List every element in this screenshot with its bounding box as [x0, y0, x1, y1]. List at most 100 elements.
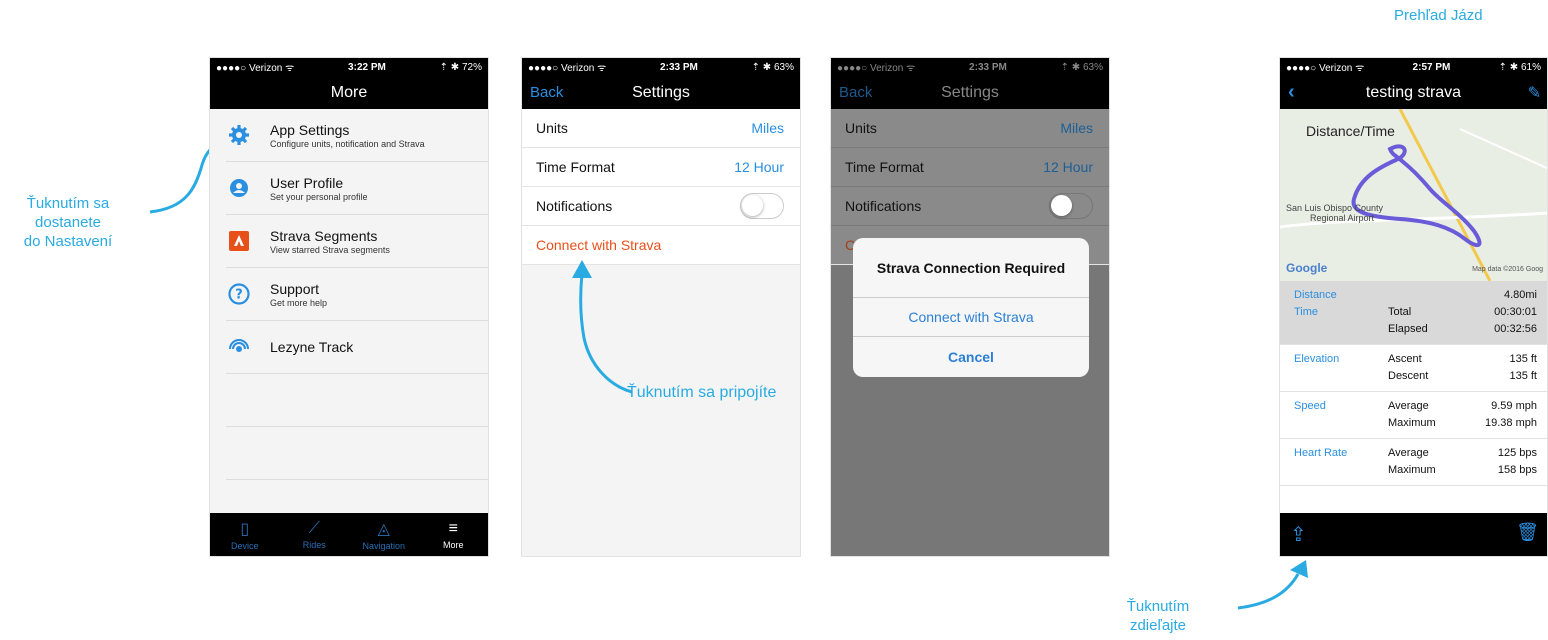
battery-label: ⇡ ✱ 63%: [751, 61, 794, 73]
ride-map[interactable]: Distance/Time San Luis Obispo County Regi…: [1280, 109, 1547, 281]
notifications-label: Notifications: [845, 198, 922, 214]
notifications-toggle[interactable]: [740, 193, 784, 219]
stat-value: 00:30:01: [1494, 306, 1537, 318]
status-bar: ●●●●○ Verizon ᯤ 2:57 PM ⇡ ✱ 61%: [1280, 58, 1547, 76]
units-row[interactable]: Units Miles: [522, 109, 800, 148]
user-icon: [226, 175, 252, 201]
notifications-row: Notifications: [522, 187, 800, 226]
screen-title: testing strava: [1365, 83, 1462, 101]
carrier-label: ●●●●○ Verizon ᯤ: [837, 63, 916, 74]
trash-icon[interactable]: 🗑: [1516, 522, 1539, 543]
tab-device[interactable]: ▯ Device: [210, 513, 280, 556]
dialog-connect-button[interactable]: Connect with Strava: [853, 298, 1089, 337]
notifications-row: Notifications: [831, 187, 1109, 226]
stat-sublabels: Average Maximum: [1388, 398, 1463, 432]
back-button[interactable]: Back: [530, 84, 563, 101]
tab-navigation[interactable]: ◬ Navigation: [349, 513, 419, 556]
menu-item-sub: Get more help: [270, 297, 328, 308]
menu-item-user-profile[interactable]: User Profile Set your personal profile: [226, 162, 488, 215]
stat-sublabels: Total Elapsed: [1388, 287, 1463, 338]
screen-title: Settings: [632, 83, 690, 101]
ride-stats: Distance Time Total Elapsed 4.80mi 00:30:01…: [1280, 281, 1547, 486]
stat-value: 9.59 mph: [1491, 400, 1537, 412]
tab-label: Navigation: [362, 540, 406, 551]
stat-group-distance-time: Distance Time Total Elapsed 4.80mi 00:30:01…: [1280, 281, 1547, 345]
google-logo: Google: [1286, 261, 1328, 275]
strava-dialog-screen: ●●●●○ Verizon ᯤ 2:33 PM ⇡ ✱ 63% Back Set…: [830, 57, 1110, 557]
stat-sublabel: Average: [1388, 400, 1429, 412]
stat-value: 19.38 mph: [1485, 417, 1537, 429]
stat-value: 00:32:56: [1494, 323, 1537, 335]
stat-value: 125 bps: [1497, 447, 1537, 459]
battery-label: ⇡ ✱ 72%: [439, 61, 482, 73]
menu-item-sub: View starred Strava segments: [270, 244, 390, 255]
list-item-empty: [226, 374, 488, 427]
tab-more[interactable]: ≡ More: [419, 513, 489, 556]
battery-label: ⇡ ✱ 63%: [1060, 61, 1103, 73]
time-format-row[interactable]: Time Format 12 Hour: [522, 148, 800, 187]
screen-title: More: [330, 83, 368, 101]
stat-values: 135 ft 135 ft: [1463, 351, 1537, 385]
rides-icon: ⟋: [308, 519, 320, 537]
svg-text:?: ?: [235, 288, 243, 303]
status-bar: ●●●●○ Verizon ᯤ 3:22 PM ⇡ ✱ 72%: [210, 58, 488, 76]
share-icon[interactable]: ⇪: [1290, 522, 1307, 547]
stat-value: 135 ft: [1509, 353, 1537, 365]
annotation-line: zdieľajte: [1129, 617, 1187, 634]
stat-sublabel: Descent: [1388, 370, 1429, 382]
tab-label: More: [442, 539, 464, 550]
carrier-label: ●●●●○ Verizon ᯤ: [216, 63, 295, 74]
edit-icon[interactable]: ✎: [1528, 83, 1541, 103]
carrier-label: ●●●●○ Verizon ᯤ: [1286, 63, 1365, 74]
menu-item-label: App Settings: [270, 121, 350, 138]
stat-sublabel: Elapsed: [1388, 323, 1428, 335]
connect-strava-label: Connect with Strava: [536, 237, 662, 253]
dialog-cancel-button[interactable]: Cancel: [853, 337, 1089, 376]
arrow-icon: [572, 260, 633, 394]
connect-annotation: Ťuknutím sa pripojíte: [627, 384, 777, 401]
status-bar: ●●●●○ Verizon ᯤ 2:33 PM ⇡ ✱ 63%: [522, 58, 800, 76]
time-format-row: Time Format 12 Hour: [831, 148, 1109, 187]
track-icon: [226, 334, 252, 360]
carrier-label: ●●●●○ Verizon ᯤ: [528, 63, 607, 74]
stat-sublabel: [1388, 287, 1463, 304]
menu-icon: ≡: [448, 519, 458, 537]
stat-values: 4.80mi 00:30:01 00:32:56: [1463, 287, 1537, 338]
stat-labels: Distance Time: [1294, 287, 1388, 338]
menu-item-support[interactable]: ? Support Get more help: [226, 268, 488, 321]
back-button: Back: [839, 84, 873, 101]
clock: 2:33 PM: [969, 61, 1007, 73]
tab-rides[interactable]: ⟋ Rides: [280, 513, 350, 556]
stat-group-elevation: Elevation Ascent Descent 135 ft 135 ft: [1280, 345, 1547, 392]
menu-item-label: User Profile: [270, 174, 344, 191]
time-format-label: Time Format: [536, 159, 615, 175]
units-row: Units Miles: [831, 109, 1109, 148]
menu-item-lezyne-track[interactable]: Lezyne Track: [226, 321, 488, 374]
time-format-label: Time Format: [845, 159, 924, 175]
menu-item-label: Strava Segments: [270, 227, 378, 244]
settings-annotation: Ťuknutím sa dostanete do Nastavení: [0, 194, 136, 251]
stat-values: 9.59 mph 19.38 mph: [1463, 398, 1537, 432]
chevron-left-icon[interactable]: ‹: [1288, 81, 1295, 104]
map-place-line: Regional Airport: [1310, 213, 1375, 223]
units-label: Units: [536, 120, 568, 136]
map-title: Distance/Time: [1306, 123, 1395, 139]
nav-bar: Back Settings: [522, 76, 800, 109]
menu-item-app-settings[interactable]: App Settings Configure units, notificati…: [226, 109, 488, 162]
nav-bar: ‹ testing strava ✎: [1280, 76, 1547, 109]
gear-icon: [226, 122, 252, 148]
menu-list: App Settings Configure units, notificati…: [210, 109, 488, 480]
share-annotation: Ťuknutím zdieľajte: [1108, 597, 1208, 635]
time-format-value: 12 Hour: [734, 159, 784, 175]
menu-item-sub: Set your personal profile: [270, 191, 368, 202]
map-place-line: San Luis Obispo County: [1286, 203, 1384, 213]
map-place-label: San Luis Obispo County Regional Airport: [1286, 203, 1383, 223]
menu-item-strava-segments[interactable]: Strava Segments View starred Strava segm…: [226, 215, 488, 268]
stat-value: 158 bps: [1497, 464, 1537, 476]
tab-label: Rides: [302, 539, 326, 550]
dialog-title: Strava Connection Required: [853, 238, 1089, 298]
menu-item-label: Support: [270, 280, 320, 297]
device-icon: ▯: [240, 520, 250, 538]
clock: 2:57 PM: [1412, 61, 1451, 73]
tab-label: Device: [230, 540, 259, 551]
